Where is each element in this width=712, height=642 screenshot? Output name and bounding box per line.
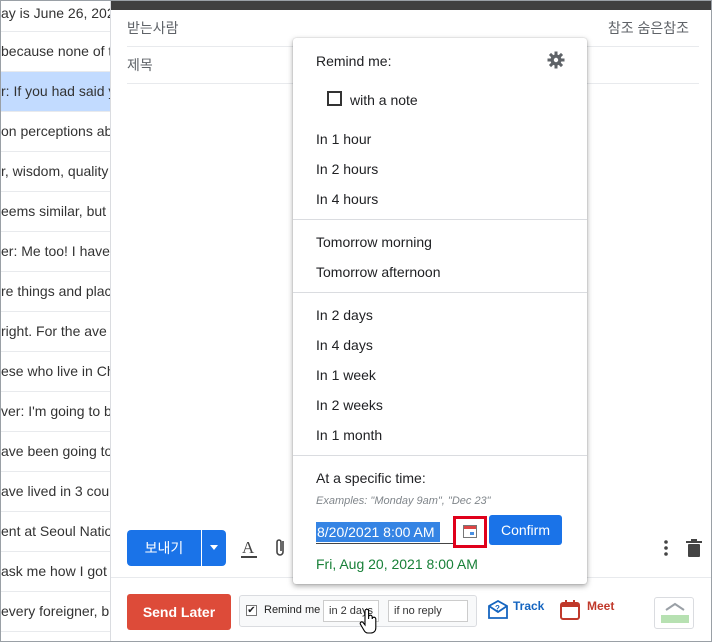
option-in-4-hours[interactable]: In 4 hours <box>316 191 378 207</box>
option-in-1-week[interactable]: In 1 week <box>316 367 376 383</box>
confirm-button[interactable]: Confirm <box>489 515 562 545</box>
list-item[interactable]: because none of t <box>1 32 110 72</box>
trash-icon[interactable] <box>683 536 705 560</box>
extension-bar: Send Later ✔ Remind me in 2 days if no r… <box>111 577 711 641</box>
list-item[interactable]: ay is June 26, 202 <box>1 1 110 32</box>
list-item[interactable]: r, wisdom, quality <box>1 152 110 192</box>
divider <box>293 292 587 293</box>
popup-title: Remind me: <box>316 53 392 69</box>
specific-time-title: At a specific time: <box>316 470 426 486</box>
list-item[interactable]: ave been going to <box>1 432 110 472</box>
attach-icon[interactable] <box>270 536 292 560</box>
option-tomorrow-morning[interactable]: Tomorrow morning <box>316 234 432 250</box>
screen: ay is June 26, 202 because none of t r: … <box>0 0 712 642</box>
subject-label: 제목 <box>127 57 153 73</box>
input-underline <box>316 543 454 544</box>
remind-me-checkbox[interactable]: ✔ <box>246 605 257 616</box>
option-in-2-hours[interactable]: In 2 hours <box>316 161 378 177</box>
option-in-4-days[interactable]: In 4 days <box>316 337 373 353</box>
option-tomorrow-afternoon[interactable]: Tomorrow afternoon <box>316 264 441 280</box>
meet-label[interactable]: Meet <box>587 599 614 613</box>
track-label[interactable]: Track <box>513 599 544 613</box>
toggle-bar <box>661 615 689 623</box>
parsed-date-preview: Fri, Aug 20, 2021 8:00 AM <box>316 556 478 572</box>
list-item[interactable]: re things and plac <box>1 272 110 312</box>
send-options-dropdown[interactable] <box>202 530 226 566</box>
remind-condition-select[interactable]: if no reply <box>388 600 468 622</box>
remind-me-label: Remind me <box>264 604 321 616</box>
list-item[interactable]: ver: I'm going to b <box>1 392 110 432</box>
svg-text:A: A <box>242 538 255 557</box>
hand-cursor-icon <box>359 608 379 635</box>
list-item[interactable]: ask me how I got <box>1 552 110 592</box>
track-icon[interactable]: ? <box>487 599 509 625</box>
remind-me-control: ✔ Remind me in 2 days if no reply <box>239 595 477 627</box>
send-later-button[interactable]: Send Later <box>127 594 231 630</box>
option-in-2-days[interactable]: In 2 days <box>316 307 373 323</box>
divider <box>293 219 587 220</box>
list-item[interactable]: eems similar, but <box>1 192 110 232</box>
list-item[interactable]: right. For the ave <box>1 312 110 352</box>
more-options-icon[interactable] <box>655 536 677 560</box>
list-item[interactable]: ave lived in 3 cou <box>1 472 110 512</box>
gear-icon[interactable] <box>546 50 566 70</box>
specific-time-examples: Examples: "Monday 9am", "Dec 23" <box>316 495 491 507</box>
chevron-up-icon <box>665 602 685 611</box>
calendar-icon <box>463 525 477 538</box>
with-note-label[interactable]: with a note <box>350 92 418 108</box>
list-item[interactable]: every foreigner, bu <box>1 592 110 632</box>
send-button[interactable]: 보내기 <box>127 530 201 566</box>
email-list: ay is June 26, 202 because none of t r: … <box>1 1 111 641</box>
cc-bcc-link[interactable]: 참조 숨은참조 <box>608 10 689 47</box>
remind-me-popup: Remind me: with a note In 1 hour In 2 ho… <box>293 38 587 584</box>
option-in-2-weeks[interactable]: In 2 weeks <box>316 397 383 413</box>
option-in-1-hour[interactable]: In 1 hour <box>316 131 371 147</box>
meet-calendar-icon[interactable] <box>559 600 581 625</box>
divider <box>293 455 587 456</box>
option-in-1-month[interactable]: In 1 month <box>316 427 382 443</box>
with-note-checkbox[interactable] <box>327 91 342 106</box>
list-item[interactable]: ent at Seoul Natio <box>1 512 110 552</box>
extension-toggle-button[interactable] <box>654 597 694 629</box>
list-item[interactable]: r: If you had said y <box>1 72 110 112</box>
to-label: 받는사람 <box>127 20 179 36</box>
format-text-icon[interactable]: A <box>238 536 260 560</box>
list-item[interactable]: ese who live in Ch <box>1 352 110 392</box>
compose-title-bar[interactable] <box>111 1 711 10</box>
calendar-picker-button[interactable] <box>453 516 487 548</box>
list-item[interactable]: on perceptions ab <box>1 112 110 152</box>
specific-time-input[interactable]: 8/20/2021 8:00 AM <box>316 522 440 542</box>
svg-text:?: ? <box>495 604 500 613</box>
list-item[interactable]: er: Me too! I have <box>1 232 110 272</box>
